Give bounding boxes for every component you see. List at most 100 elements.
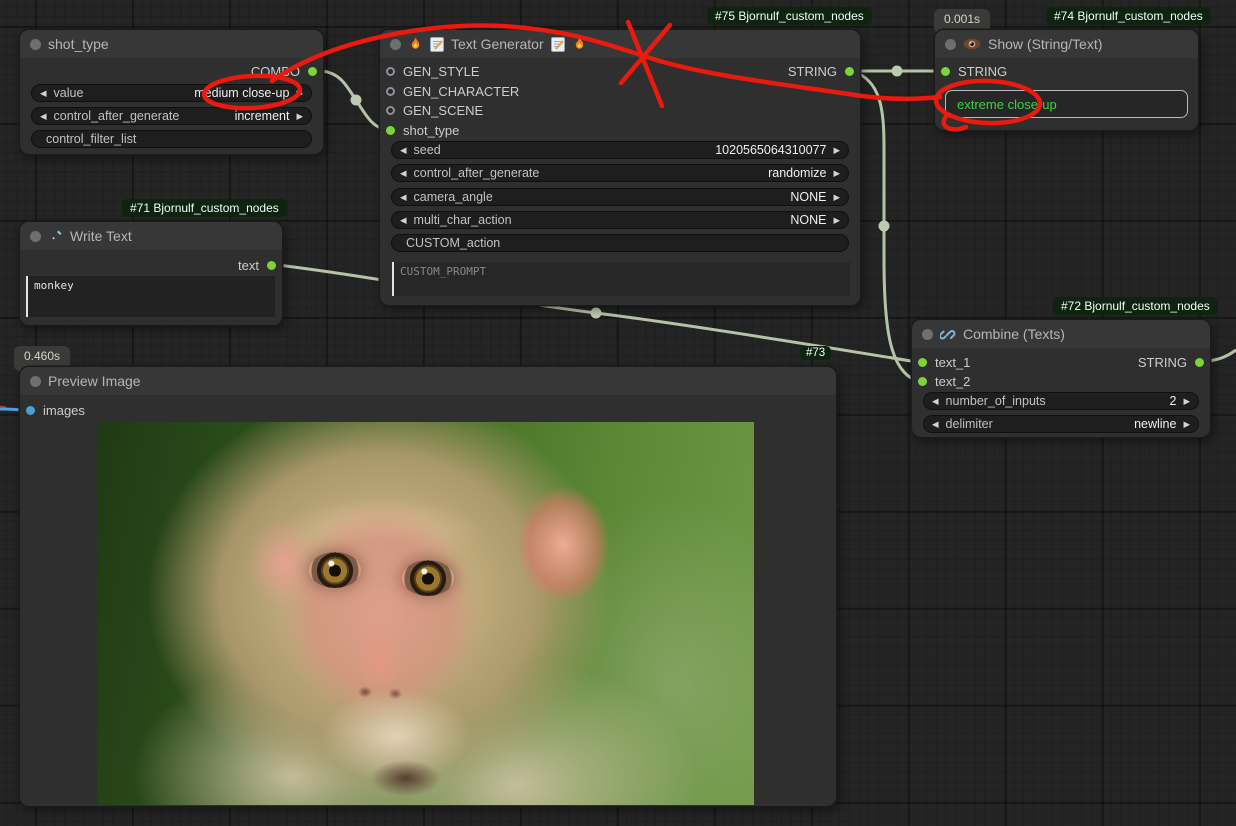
output-slot-string[interactable]: STRING [1138,354,1204,370]
input-dot[interactable] [918,358,927,367]
node-header[interactable]: Show (String/Text) [935,30,1198,58]
output-slot-text[interactable]: text [238,257,276,273]
delimiter-widget[interactable]: ◀ delimiter newline ▶ [923,415,1199,433]
input-dot[interactable] [386,126,395,135]
widget-label: control_after_generate [54,109,180,123]
decrement-arrow-icon[interactable]: ◀ [40,89,47,98]
preview-monkey-image [97,422,754,805]
collapse-dot[interactable] [30,376,41,387]
slot-label: COMBO [251,64,300,79]
control-filter-list-widget[interactable]: control_filter_list [31,130,312,148]
multi-char-action-widget[interactable]: ◀ multi_char_action NONE ▶ [391,211,849,229]
increment-arrow-icon[interactable]: ▶ [1183,420,1190,429]
node-combine-texts[interactable]: Combine (Texts) text_1 text_2 STRING ◀ n… [912,320,1210,437]
node-title: Show (String/Text) [988,36,1102,52]
widget-label: camera_angle [414,190,493,204]
collapse-dot[interactable] [30,231,41,242]
custom-prompt-textarea[interactable]: CUSTOM_PROMPT [392,262,850,296]
memo-icon [551,37,565,52]
decrement-arrow-icon[interactable]: ◀ [932,420,939,429]
input-slot-gen-style[interactable]: GEN_STYLE [386,63,480,79]
input-slot-gen-scene[interactable]: GEN_SCENE [386,102,483,118]
node-id-badge-72: #72 Bjornulf_custom_nodes [1053,297,1218,315]
widget-label: control_filter_list [46,132,136,146]
output-slot-combo[interactable]: COMBO [251,63,317,79]
node-header[interactable]: Write Text [20,222,282,250]
increment-arrow-icon[interactable]: ▶ [833,193,840,202]
slot-label: GEN_STYLE [403,64,480,79]
slot-label: shot_type [403,123,459,138]
decrement-arrow-icon[interactable]: ◀ [400,169,407,178]
node-header[interactable]: Preview Image [20,367,836,395]
decrement-arrow-icon[interactable]: ◀ [400,216,407,225]
widget-label: CUSTOM_action [406,236,500,250]
decrement-arrow-icon[interactable]: ◀ [40,112,47,121]
custom-action-widget[interactable]: CUSTOM_action [391,234,849,252]
increment-arrow-icon[interactable]: ▶ [833,216,840,225]
slot-label: STRING [958,64,1007,79]
output-slot-string[interactable]: STRING [788,63,854,79]
slot-label: GEN_CHARACTER [403,84,519,99]
input-dot[interactable] [941,67,950,76]
node-show-string-text[interactable]: Show (String/Text) STRING extreme close-… [935,30,1198,130]
decrement-arrow-icon[interactable]: ◀ [932,397,939,406]
node-header[interactable]: Text Generator [380,30,860,58]
widget-label: delimiter [946,417,993,431]
increment-arrow-icon[interactable]: ▶ [833,169,840,178]
input-dot[interactable] [386,87,395,96]
increment-arrow-icon[interactable]: ▶ [833,146,840,155]
output-dot[interactable] [267,261,276,270]
widget-label: value [54,86,84,100]
node-id-badge-75: #75 Bjornulf_custom_nodes [707,7,872,25]
widget-value: medium close-up [194,86,289,100]
input-dot[interactable] [386,106,395,115]
memo-icon [430,37,444,52]
link-id-badge-73: #73 [800,346,831,360]
collapse-dot[interactable] [922,329,933,340]
seed-widget[interactable]: ◀ seed 1020565064310077 ▶ [391,141,849,159]
input-slot-gen-character[interactable]: GEN_CHARACTER [386,83,519,99]
camera-angle-widget[interactable]: ◀ camera_angle NONE ▶ [391,188,849,206]
value-widget[interactable]: ◀ value medium close-up ▶ [31,84,312,102]
input-slot-text-1[interactable]: text_1 [918,354,970,370]
node-title: Preview Image [48,373,141,389]
node-write-text[interactable]: Write Text text monkey [20,222,282,325]
node-shot-type[interactable]: shot_type COMBO ◀ value medium close-up … [20,30,323,154]
output-dot[interactable] [1195,358,1204,367]
input-slot-text-2[interactable]: text_2 [918,373,970,389]
control-after-generate-widget[interactable]: ◀ control_after_generate randomize ▶ [391,164,849,182]
input-dot[interactable] [26,406,35,415]
input-dot[interactable] [386,67,395,76]
input-slot-images[interactable]: images [26,402,85,418]
increment-arrow-icon[interactable]: ▶ [1183,397,1190,406]
control-after-generate-widget[interactable]: ◀ control_after_generate increment ▶ [31,107,312,125]
decrement-arrow-icon[interactable]: ◀ [400,193,407,202]
pen-icon [48,229,63,244]
reroute-dot [351,95,362,106]
write-text-textarea[interactable]: monkey [26,276,275,317]
slot-label: text_2 [935,374,970,389]
collapse-dot[interactable] [945,39,956,50]
number-of-inputs-widget[interactable]: ◀ number_of_inputs 2 ▶ [923,392,1199,410]
widget-value: newline [1134,417,1176,431]
show-text-value: extreme close-up [945,90,1188,118]
decrement-arrow-icon[interactable]: ◀ [400,146,407,155]
node-title: Write Text [70,228,132,244]
node-preview-image[interactable]: Preview Image images [20,367,836,806]
input-slot-shot-type[interactable]: shot_type [386,122,459,138]
collapse-dot[interactable] [30,39,41,50]
output-dot[interactable] [845,67,854,76]
node-graph-canvas[interactable]: 0.001s 0.460s #75 Bjornulf_custom_nodes … [0,0,1236,826]
slot-label: text_1 [935,355,970,370]
increment-arrow-icon[interactable]: ▶ [296,112,303,121]
node-header[interactable]: Combine (Texts) [912,320,1210,348]
input-slot-string[interactable]: STRING [941,63,1007,79]
node-title: shot_type [48,36,109,52]
increment-arrow-icon[interactable]: ▶ [296,89,303,98]
node-header[interactable]: shot_type [20,30,323,58]
output-dot[interactable] [308,67,317,76]
collapse-dot[interactable] [390,39,401,50]
input-dot[interactable] [918,377,927,386]
reroute-dot [591,308,602,319]
node-text-generator[interactable]: Text Generator GEN_STYLE GEN_CHARACTER G… [380,30,860,305]
